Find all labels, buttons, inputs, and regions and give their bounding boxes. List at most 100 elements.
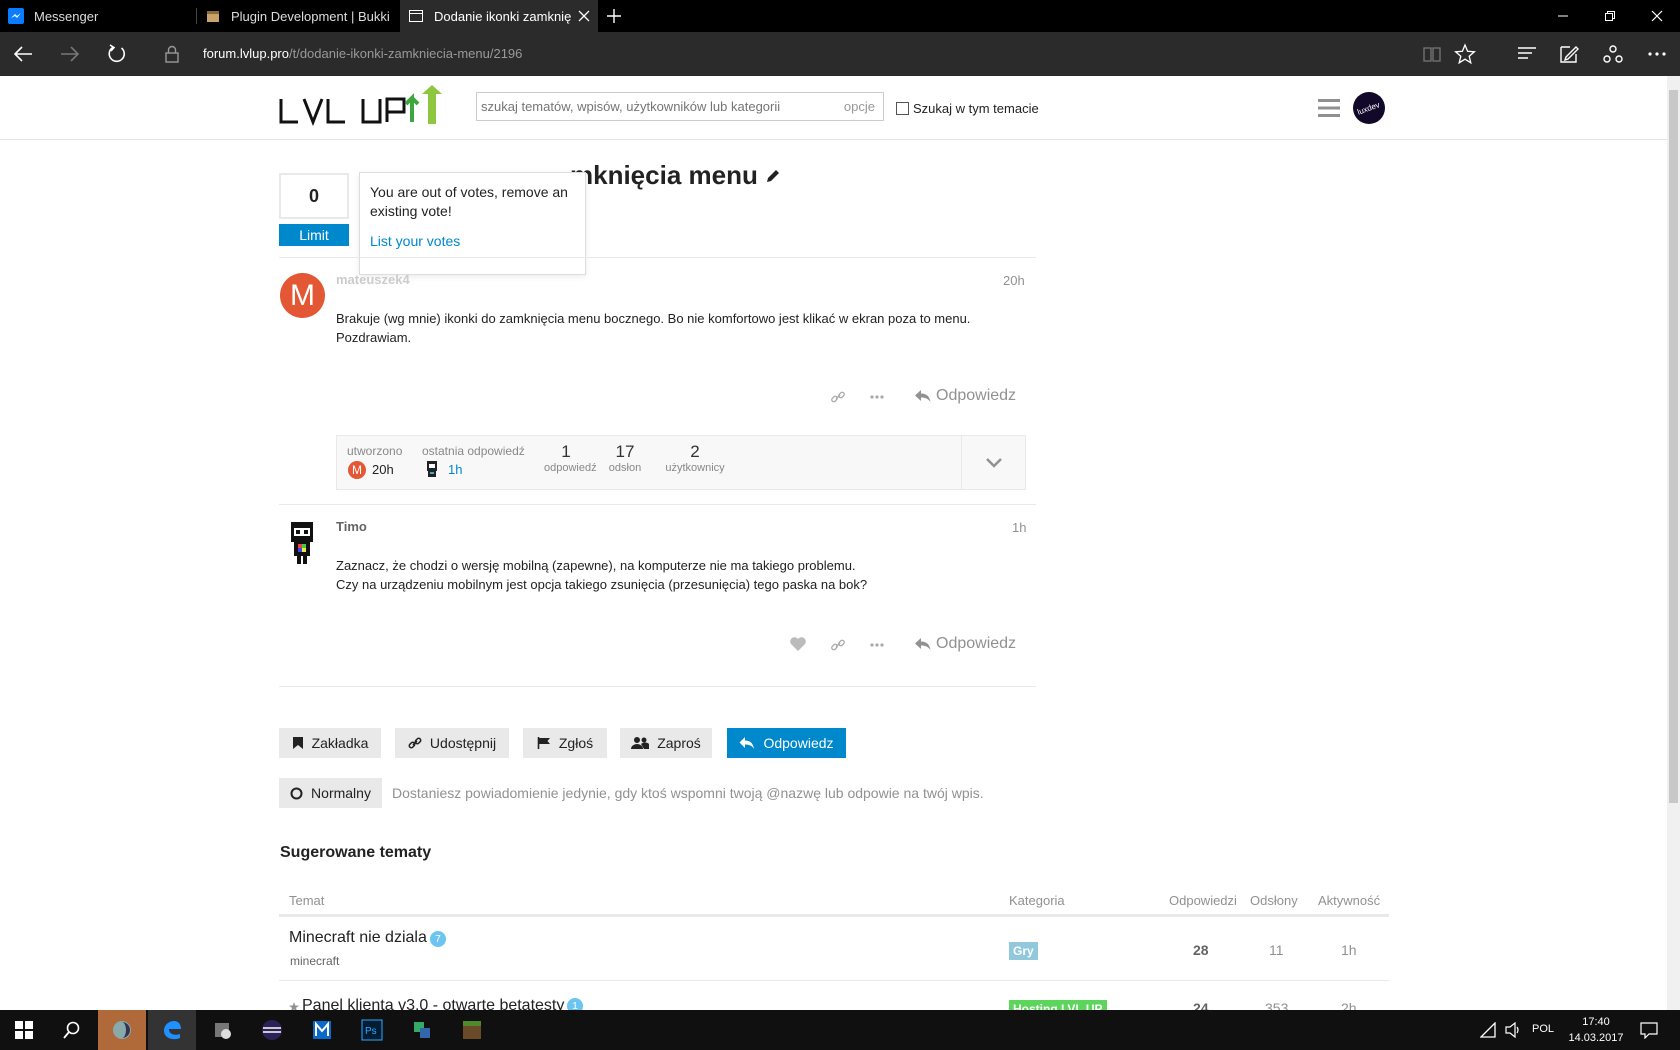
minimize-button[interactable]	[1540, 0, 1586, 32]
table-header-divider	[279, 914, 1389, 917]
clock[interactable]: 17:40 14.03.2017	[1566, 1014, 1626, 1046]
column-header-activity[interactable]: Aktywność	[1318, 893, 1380, 908]
post-time[interactable]: 1h	[1012, 520, 1026, 535]
taskbar-app-5[interactable]	[298, 1010, 346, 1050]
column-header-replies[interactable]: Odpowiedzi	[1169, 893, 1237, 908]
activity-time[interactable]: 2h	[1341, 1000, 1357, 1010]
unread-badge[interactable]: 7	[430, 931, 446, 947]
hub-icon[interactable]	[1516, 44, 1538, 64]
last-reply-time[interactable]: 1h	[448, 462, 462, 477]
vote-limit-button[interactable]: Limit	[279, 224, 349, 246]
pinned-star-icon	[289, 1002, 299, 1010]
post-avatar[interactable]: M	[280, 273, 325, 318]
share-button[interactable]: Udostępnij	[395, 728, 509, 758]
more-actions-icon[interactable]	[869, 637, 885, 653]
close-tab-icon[interactable]	[576, 8, 592, 24]
search-box[interactable]: opcje	[476, 92, 884, 121]
tab-dodanie-ikonki[interactable]: Dodanie ikonki zamknię	[400, 0, 598, 32]
bukkit-icon	[205, 8, 221, 24]
topic-tag[interactable]: minecraft	[290, 954, 339, 968]
photoshop-icon: Ps	[361, 1019, 383, 1041]
post-time[interactable]: 20h	[1003, 273, 1025, 288]
taskbar-app-7[interactable]	[398, 1010, 446, 1050]
category-badge[interactable]: Hosting LVL UP	[1009, 1000, 1107, 1010]
views-stat: 17 odsłon	[603, 442, 647, 474]
app-icon	[113, 1021, 131, 1039]
last-reply-avatar[interactable]	[425, 461, 439, 479]
search-options-link[interactable]: opcje	[844, 99, 875, 114]
more-actions-icon[interactable]	[869, 389, 885, 405]
hamburger-menu-icon[interactable]	[1318, 98, 1340, 118]
taskbar-photoshop[interactable]: Ps	[348, 1010, 396, 1050]
notification-level-label: Normalny	[311, 785, 371, 801]
tab-messenger[interactable]: Messenger	[0, 0, 197, 32]
start-button[interactable]	[0, 1010, 48, 1050]
restore-button[interactable]	[1587, 0, 1633, 32]
activity-time[interactable]: 1h	[1341, 942, 1357, 958]
back-button[interactable]	[0, 32, 46, 76]
network-icon[interactable]	[1480, 1022, 1498, 1038]
taskbar-app-1[interactable]	[98, 1010, 146, 1050]
reading-view-icon[interactable]	[1422, 44, 1442, 64]
post-author[interactable]: mateuszek4	[336, 272, 410, 287]
notification-level-button[interactable]: Normalny	[279, 778, 382, 808]
chevron-down-icon	[986, 457, 1002, 468]
created-avatar[interactable]: M	[348, 461, 366, 479]
site-logo[interactable]	[278, 84, 452, 128]
reply-icon	[739, 737, 755, 749]
new-tab-button[interactable]	[604, 6, 624, 26]
reply-button[interactable]: Odpowiedz	[914, 387, 1016, 405]
reply-button[interactable]: Odpowiedz	[914, 635, 1016, 653]
taskbar-app-3[interactable]	[198, 1010, 246, 1050]
list-votes-link[interactable]: List your votes	[370, 233, 575, 249]
topic-link[interactable]: Panel klienta v3.0 - otwarte betatesty	[302, 997, 564, 1010]
like-heart-icon[interactable]	[789, 636, 807, 652]
topic-link[interactable]: Minecraft nie dziala	[289, 929, 427, 947]
created-time: 20h	[372, 462, 394, 477]
post-author[interactable]: Timo	[336, 519, 367, 534]
search-input[interactable]	[481, 97, 821, 115]
column-header-category[interactable]: Kategoria	[1009, 893, 1065, 908]
unread-badge[interactable]: 1	[567, 998, 583, 1010]
post-avatar[interactable]	[288, 522, 316, 564]
bookmark-button[interactable]: Zakładka	[279, 728, 381, 758]
last-reply-label: ostatnia odpowiedź	[422, 444, 525, 458]
tab-bukkit[interactable]: Plugin Development | Bukki	[197, 0, 400, 32]
column-header-topic[interactable]: Temat	[289, 893, 324, 908]
replies-label: odpowiedź	[544, 462, 597, 474]
user-avatar[interactable]: luxdev	[1353, 92, 1385, 124]
reply-topic-button[interactable]: Odpowiedz	[727, 728, 846, 758]
taskbar-edge[interactable]	[148, 1010, 196, 1050]
vote-count-box: 0	[279, 173, 349, 219]
link-icon[interactable]	[830, 389, 846, 405]
close-window-button[interactable]	[1634, 0, 1680, 32]
action-center-icon[interactable]	[1640, 1021, 1658, 1039]
users-stat: 2 użytkownicy	[662, 442, 728, 474]
input-language[interactable]: POL	[1532, 1023, 1554, 1035]
messenger-icon	[8, 8, 24, 24]
address-bar[interactable]: forum.lvlup.pro/t/dodanie-ikonki-zamknie…	[203, 46, 522, 61]
windows-logo-icon	[15, 1021, 33, 1039]
volume-icon[interactable]	[1504, 1022, 1522, 1038]
app-icon	[313, 1021, 331, 1039]
column-header-views[interactable]: Odsłony	[1250, 893, 1298, 908]
flag-button[interactable]: Zgłoś	[523, 728, 607, 758]
scrollbar-thumb[interactable]	[1669, 90, 1678, 803]
category-badge[interactable]: Gry	[1009, 942, 1038, 960]
taskbar-minecraft[interactable]	[448, 1010, 496, 1050]
link-icon[interactable]	[830, 637, 846, 653]
search-button[interactable]	[48, 1010, 96, 1050]
replies-count: 28	[1193, 942, 1209, 958]
search-in-topic[interactable]: Szukaj w tym temacie	[896, 101, 1039, 116]
search-in-topic-checkbox[interactable]	[896, 102, 909, 115]
more-icon[interactable]	[1646, 43, 1668, 65]
taskbar-eclipse[interactable]	[248, 1010, 296, 1050]
invite-button[interactable]: Zaproś	[620, 728, 712, 758]
web-note-icon[interactable]	[1558, 43, 1580, 65]
favorite-star-icon[interactable]	[1454, 43, 1476, 65]
forward-button[interactable]	[47, 32, 93, 76]
expand-topic-map-button[interactable]	[961, 436, 1026, 489]
share-icon[interactable]	[1602, 43, 1624, 65]
refresh-button[interactable]	[94, 32, 140, 76]
edit-pencil-icon[interactable]	[764, 167, 782, 185]
